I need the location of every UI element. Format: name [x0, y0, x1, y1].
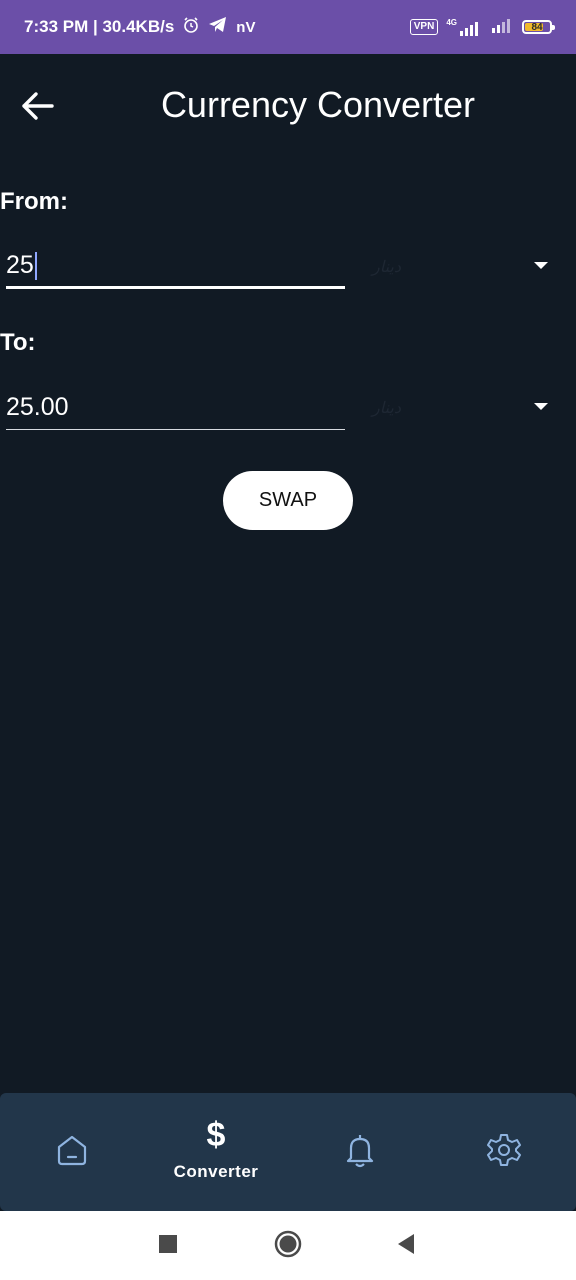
network-type: 4G [446, 18, 457, 27]
chevron-down-icon [534, 403, 548, 410]
from-label: From: [0, 188, 68, 215]
status-net-glyph: nV [236, 18, 256, 36]
to-amount-value: 25.00 [6, 393, 69, 421]
app-bar: Currency Converter [0, 54, 576, 158]
nav-item-settings[interactable] [432, 1093, 576, 1211]
status-bar: 7:33 PM | 30.4KB/s nV VPN 4G 84 [0, 0, 576, 54]
back-system-button[interactable] [391, 1231, 421, 1261]
chevron-down-icon [534, 262, 548, 269]
home-icon [55, 1133, 89, 1172]
triangle-back-icon [396, 1233, 416, 1260]
battery-icon: 84 [522, 20, 555, 34]
nav-item-converter[interactable]: $ Converter [144, 1093, 288, 1211]
signal-icon: 4G [446, 18, 482, 36]
circle-icon [274, 1230, 302, 1263]
swap-button[interactable]: SWAP [223, 471, 353, 530]
to-currency-value: دينار [372, 400, 402, 417]
recent-apps-button[interactable] [153, 1231, 183, 1261]
nav-item-home[interactable] [0, 1093, 144, 1211]
from-currency-value: دينار [372, 259, 402, 276]
text-caret [34, 251, 37, 280]
status-time-speed: 7:33 PM | 30.4KB/s [24, 17, 175, 36]
vpn-badge: VPN [409, 19, 439, 35]
status-left: 7:33 PM | 30.4KB/s nV [24, 16, 255, 39]
nav-item-notifications[interactable] [288, 1093, 432, 1211]
to-label: To: [0, 329, 36, 356]
home-button[interactable] [273, 1230, 303, 1263]
battery-level: 84 [531, 21, 543, 33]
nav-item-label: Converter [173, 1162, 259, 1181]
bell-icon [343, 1132, 377, 1173]
bottom-nav: $ Converter [0, 1093, 576, 1211]
signal-icon [490, 17, 514, 38]
status-right: VPN 4G 84 [409, 17, 555, 38]
from-amount-input[interactable]: 25 [6, 245, 345, 289]
telegram-icon [208, 16, 228, 39]
system-nav-bar [0, 1211, 576, 1280]
page-title: Currency Converter [160, 84, 476, 125]
from-amount-value: 25 [6, 251, 34, 279]
from-currency-select[interactable]: دينار [372, 245, 562, 289]
to-currency-select[interactable]: دينار [372, 386, 562, 430]
to-amount-input[interactable]: 25.00 [6, 386, 345, 430]
square-icon [159, 1234, 177, 1258]
alarm-icon [182, 16, 200, 39]
dollar-icon: $ [206, 1116, 226, 1154]
gear-icon [486, 1132, 522, 1173]
